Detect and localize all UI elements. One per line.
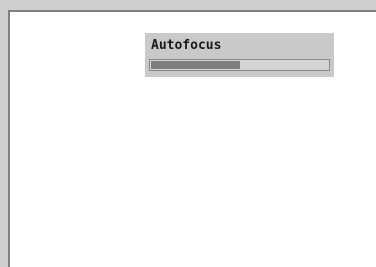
autofocus-progress-bar [149,59,330,71]
autofocus-progress-fill [151,61,240,69]
autofocus-panel: Autofocus [145,33,334,77]
autofocus-title: Autofocus [151,38,222,53]
